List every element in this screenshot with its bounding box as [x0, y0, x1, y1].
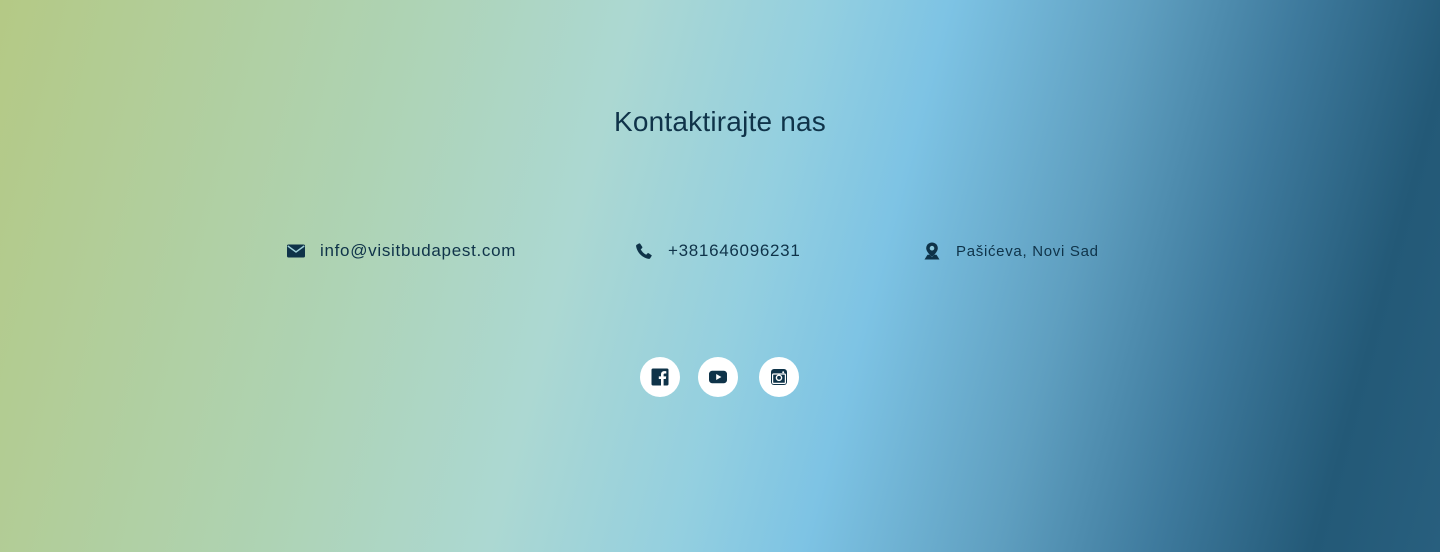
phone-icon — [634, 241, 654, 261]
phone-link[interactable]: +381646096231 — [634, 238, 800, 264]
address-link[interactable]: Pašićeva, Novi Sad — [922, 238, 1099, 264]
instagram-button[interactable] — [759, 357, 799, 397]
facebook-icon — [650, 367, 670, 387]
address-text: Pašićeva, Novi Sad — [956, 242, 1099, 260]
instagram-icon — [769, 367, 789, 387]
facebook-button[interactable] — [640, 357, 680, 397]
youtube-icon — [708, 367, 728, 387]
envelope-icon — [286, 241, 306, 261]
email-link[interactable]: info@visitbudapest.com — [286, 238, 516, 264]
contact-section: Kontaktirajte nas info@visitbudapest.com… — [0, 0, 1440, 552]
phone-text: +381646096231 — [668, 241, 801, 260]
email-text: info@visitbudapest.com — [320, 241, 517, 260]
youtube-button[interactable] — [698, 357, 738, 397]
map-marker-icon — [922, 241, 942, 261]
contact-title: Kontaktirajte nas — [614, 106, 826, 137]
